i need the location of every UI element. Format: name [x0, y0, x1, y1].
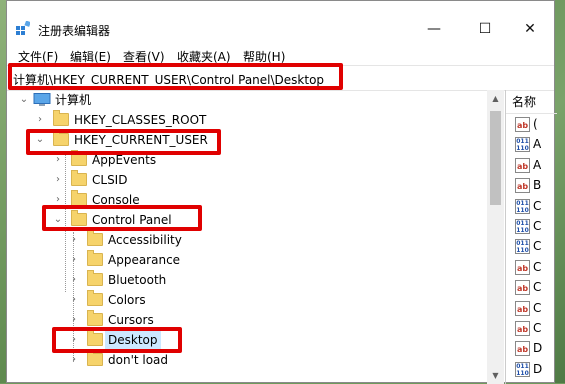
binary-value-icon: 011 110: [515, 137, 530, 153]
highlight-control-panel: [42, 205, 202, 231]
chevron-right-icon[interactable]: ›: [69, 290, 79, 310]
folder-icon: [87, 290, 103, 306]
value-row[interactable]: ab D: [515, 339, 555, 359]
title-bar[interactable]: 注册表编辑器 — ☐ ✕: [7, 1, 554, 43]
value-name: C: [533, 321, 542, 335]
folder-icon: [87, 270, 103, 286]
value-name: D: [533, 361, 543, 376]
string-value-icon: ab: [515, 178, 530, 194]
scroll-up-icon[interactable]: ▲: [487, 90, 504, 107]
value-row[interactable]: ab B: [515, 176, 555, 196]
string-value-icon: ab: [515, 341, 530, 357]
window-title: 注册表编辑器: [38, 24, 111, 38]
maximize-button[interactable]: ☐: [462, 15, 508, 43]
value-name: A: [533, 157, 542, 172]
folder-icon: [87, 230, 103, 246]
tree-item-label: Appearance: [108, 253, 181, 267]
value-row[interactable]: 011 110 D: [515, 360, 555, 380]
value-row[interactable]: ab C: [515, 299, 555, 319]
value-row[interactable]: ab C: [515, 319, 555, 339]
string-value-icon: ab: [515, 300, 530, 316]
value-row[interactable]: 011 110 A: [515, 135, 555, 155]
regedit-app-icon: [16, 21, 30, 35]
tree-item-label: HKEY_CLASSES_ROOT: [74, 113, 207, 127]
chevron-right-icon[interactable]: ›: [69, 350, 79, 370]
menu-bar: 文件(F) 编辑(E) 查看(V) 收藏夹(A) 帮助(H): [7, 45, 554, 65]
value-name: C: [533, 219, 542, 233]
values-pane: 名称 ab(011 110 Aab Aab B 011 110 C 011 110 C 011 110 C…: [505, 90, 557, 384]
string-value-icon: ab: [515, 259, 530, 275]
value-row[interactable]: 011 110 C: [515, 217, 555, 237]
value-name: C: [533, 198, 542, 213]
scroll-thumb[interactable]: [490, 111, 501, 205]
chevron-right-icon[interactable]: ›: [69, 270, 79, 290]
name-column-header[interactable]: 名称: [506, 90, 557, 114]
value-name: C: [533, 300, 542, 315]
value-row[interactable]: ab C: [515, 278, 555, 298]
string-value-icon: ab: [515, 117, 530, 132]
value-name: (: [533, 117, 538, 131]
string-value-icon: ab: [515, 321, 530, 336]
regedit-window: 注册表编辑器 — ☐ ✕ 文件(F) 编辑(E) 查看(V) 收藏夹(A) 帮助…: [6, 0, 557, 384]
tree-item-label: 计算机: [55, 93, 92, 107]
value-row[interactable]: ab(: [515, 115, 555, 135]
value-row[interactable]: ab A: [515, 156, 555, 176]
binary-value-icon: 011 110: [515, 219, 530, 234]
value-name: C: [533, 239, 542, 254]
tree-item-label: Colors: [108, 293, 146, 307]
value-name: C: [533, 259, 542, 274]
close-button[interactable]: ✕: [507, 15, 553, 43]
chevron-down-icon[interactable]: ⌄: [19, 90, 29, 110]
value-row[interactable]: 011 110 C: [515, 197, 555, 217]
chevron-right-icon[interactable]: ›: [69, 230, 79, 250]
string-value-icon: ab: [515, 280, 530, 296]
binary-value-icon: 011 110: [515, 361, 530, 377]
chevron-right-icon[interactable]: ›: [69, 250, 79, 270]
value-name: A: [533, 137, 542, 152]
folder-icon: [87, 350, 103, 366]
minimize-button[interactable]: —: [411, 15, 457, 43]
tree-item-label: CLSID: [92, 173, 128, 187]
highlight-address: [8, 63, 343, 90]
tree-item-label: Bluetooth: [108, 273, 167, 287]
chevron-right-icon[interactable]: ›: [53, 170, 63, 190]
chevron-right-icon[interactable]: ›: [35, 110, 45, 130]
highlight-hkcu: [26, 129, 221, 155]
binary-value-icon: 011 110: [515, 239, 530, 255]
folder-icon: [87, 310, 103, 326]
value-name: C: [533, 280, 542, 295]
value-name: D: [533, 341, 543, 356]
value-name: B: [533, 178, 542, 193]
computer-icon: [33, 93, 51, 106]
scroll-down-icon[interactable]: ▼: [487, 367, 504, 384]
highlight-desktop: [52, 327, 182, 353]
folder-icon: [53, 110, 69, 126]
folder-icon: [71, 170, 87, 186]
tree-scrollbar[interactable]: ▲ ▼: [487, 90, 504, 384]
tree-item-label: don't load: [108, 353, 169, 367]
value-row[interactable]: ab C: [515, 258, 555, 278]
tree-item-label: Accessibility: [108, 233, 182, 247]
binary-value-icon: 011 110: [515, 198, 530, 214]
string-value-icon: ab: [515, 157, 530, 173]
folder-icon: [87, 250, 103, 266]
value-row[interactable]: 011 110 C: [515, 237, 555, 257]
